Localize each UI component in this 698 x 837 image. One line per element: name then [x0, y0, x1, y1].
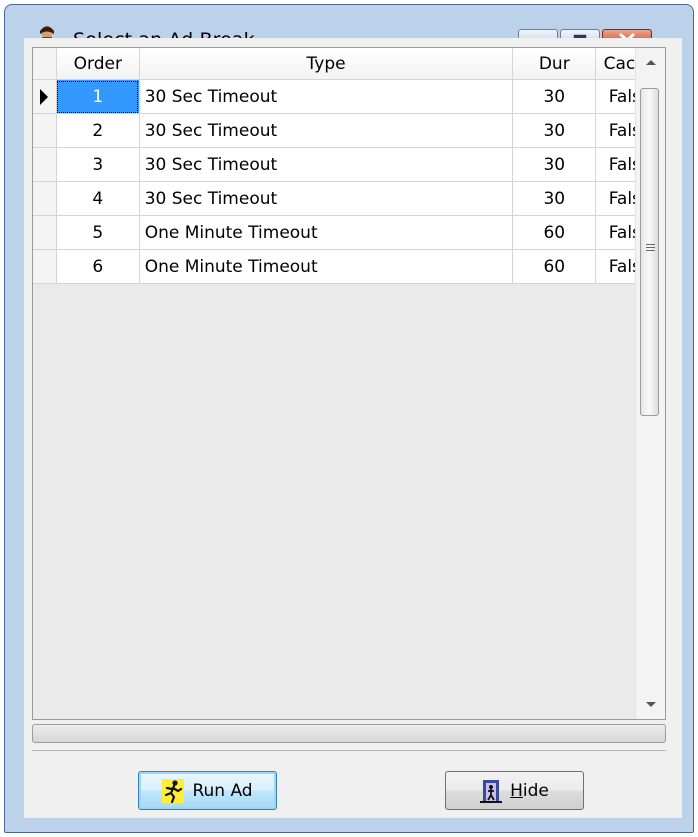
type-cell[interactable]: 30 Sec Timeout	[139, 79, 514, 114]
hide-accelerator-key: H	[510, 780, 523, 801]
vertical-scrollbar[interactable]	[635, 48, 665, 719]
ad-break-grid[interactable]: Order Type Dur Cache 1 30 Sec Timeout 30…	[32, 47, 666, 720]
dur-cell[interactable]: 60	[512, 215, 597, 250]
table-row[interactable]: 2 30 Sec Timeout 30 False	[33, 113, 665, 148]
table-row[interactable]: 4 30 Sec Timeout 30 False	[33, 181, 665, 216]
table-row[interactable]: 6 One Minute Timeout 60 False	[33, 249, 665, 284]
order-cell[interactable]: 4	[56, 181, 140, 216]
hide-button[interactable]: Hide	[445, 771, 584, 810]
hide-label: Hide	[510, 781, 549, 801]
dur-cell[interactable]: 60	[512, 249, 597, 284]
order-cell[interactable]: 3	[56, 147, 140, 182]
dur-cell[interactable]: 30	[512, 147, 597, 182]
column-header-type[interactable]: Type	[139, 48, 514, 80]
hide-label-rest: ide	[522, 780, 549, 801]
running-man-icon	[162, 778, 185, 803]
thumb-grip-line	[646, 250, 655, 251]
order-cell[interactable]: 1	[56, 79, 140, 114]
type-cell[interactable]: 30 Sec Timeout	[139, 113, 514, 148]
column-header-dur[interactable]: Dur	[512, 48, 597, 80]
ad-break-table: Order Type Dur Cache 1 30 Sec Timeout 30…	[33, 48, 665, 284]
order-cell[interactable]: 6	[56, 249, 140, 284]
scroll-up-arrow-icon[interactable]	[646, 60, 656, 65]
dialog-client-area: Order Type Dur Cache 1 30 Sec Timeout 30…	[24, 38, 682, 818]
type-cell[interactable]: One Minute Timeout	[139, 249, 514, 284]
run-ad-label: Run Ad	[192, 780, 253, 801]
button-panel: Run Ad Hide	[32, 750, 666, 812]
scroll-down-arrow-icon[interactable]	[646, 702, 656, 707]
order-cell[interactable]: 2	[56, 113, 140, 148]
exit-door-icon	[480, 779, 503, 803]
type-cell[interactable]: 30 Sec Timeout	[139, 147, 514, 182]
table-row[interactable]: 5 One Minute Timeout 60 False	[33, 215, 665, 250]
row-selector[interactable]	[33, 79, 57, 114]
progress-bar	[32, 724, 666, 743]
type-cell[interactable]: One Minute Timeout	[139, 215, 514, 250]
dur-cell[interactable]: 30	[512, 113, 597, 148]
dur-cell[interactable]: 30	[512, 181, 597, 216]
thumb-grip-line	[646, 247, 655, 248]
dur-cell[interactable]: 30	[512, 79, 597, 114]
grid-corner	[33, 48, 57, 80]
column-header-order[interactable]: Order	[56, 48, 140, 80]
current-row-arrow-icon	[40, 88, 48, 105]
scrollbar-thumb[interactable]	[640, 88, 659, 416]
thumb-grip-line	[646, 244, 655, 245]
table-row[interactable]: 3 30 Sec Timeout 30 False	[33, 147, 665, 182]
table-row[interactable]: 1 30 Sec Timeout 30 False	[33, 79, 665, 114]
title-bar[interactable]: Select an Ad Break	[5, 5, 693, 51]
row-selector[interactable]	[33, 249, 57, 284]
order-cell[interactable]: 5	[56, 215, 140, 250]
row-selector[interactable]	[33, 147, 57, 182]
row-selector[interactable]	[33, 215, 57, 250]
run-ad-button[interactable]: Run Ad	[138, 771, 277, 810]
type-cell[interactable]: 30 Sec Timeout	[139, 181, 514, 216]
grid-header-row: Order Type Dur Cache	[33, 48, 665, 80]
row-selector[interactable]	[33, 181, 57, 216]
row-selector[interactable]	[33, 113, 57, 148]
ad-break-window: Select an Ad Break Order	[4, 4, 694, 833]
